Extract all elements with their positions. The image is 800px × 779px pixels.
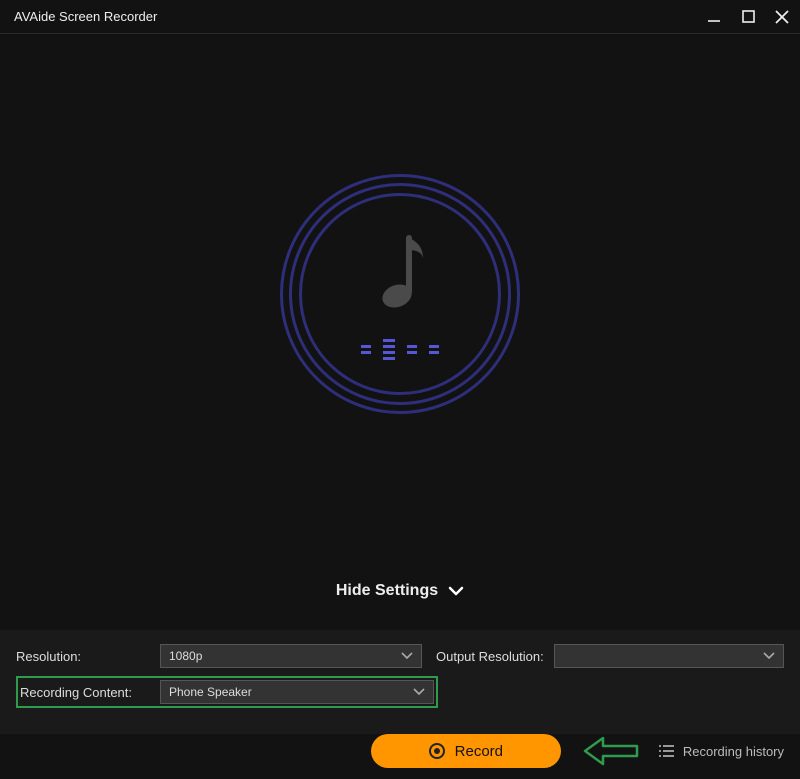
hide-settings-label: Hide Settings: [336, 582, 438, 600]
recording-content-value: Phone Speaker: [169, 685, 413, 699]
visualizer-rings: [280, 174, 520, 414]
settings-row-resolution: Resolution: 1080p Output Resolution:: [16, 644, 784, 668]
maximize-icon: [742, 10, 755, 23]
settings-panel: Resolution: 1080p Output Resolution: Rec…: [0, 630, 800, 734]
resolution-select[interactable]: 1080p: [160, 644, 422, 668]
recording-content-highlight: Recording Content: Phone Speaker: [16, 676, 438, 708]
arrow-left-icon: [581, 734, 639, 768]
minimize-button[interactable]: [706, 9, 722, 25]
recording-history-label: Recording history: [683, 744, 784, 759]
settings-row-recording-content: Recording Content: Phone Speaker: [16, 676, 784, 708]
recording-history-button[interactable]: Recording history: [659, 744, 784, 759]
chevron-down-icon: [401, 652, 413, 660]
chevron-down-icon: [448, 586, 464, 596]
chevron-down-icon: [413, 688, 425, 696]
titlebar: AVAide Screen Recorder: [0, 0, 800, 34]
app-title: AVAide Screen Recorder: [14, 9, 706, 24]
minimize-icon: [707, 10, 721, 24]
audio-visualizer: [0, 174, 800, 414]
output-resolution-label: Output Resolution:: [436, 649, 544, 664]
hide-settings-toggle[interactable]: Hide Settings: [0, 582, 800, 600]
window-controls: [706, 9, 790, 25]
resolution-label: Resolution:: [16, 649, 146, 664]
music-note-icon: [373, 232, 427, 319]
equalizer-icon: [361, 339, 439, 360]
arrow-annotation: [581, 734, 639, 768]
close-button[interactable]: [774, 9, 790, 25]
recording-content-select[interactable]: Phone Speaker: [160, 680, 434, 704]
close-icon: [775, 10, 789, 24]
resolution-value: 1080p: [169, 649, 401, 663]
output-resolution-select[interactable]: [554, 644, 784, 668]
record-button[interactable]: Record: [371, 734, 561, 768]
recording-content-label: Recording Content:: [20, 685, 146, 700]
maximize-button[interactable]: [740, 9, 756, 25]
chevron-down-icon: [763, 652, 775, 660]
record-icon: [429, 743, 445, 759]
record-label: Record: [455, 743, 503, 760]
list-icon: [659, 744, 675, 758]
output-resolution-group: Output Resolution:: [436, 644, 784, 668]
bottom-bar: Record Recording history: [0, 734, 800, 768]
